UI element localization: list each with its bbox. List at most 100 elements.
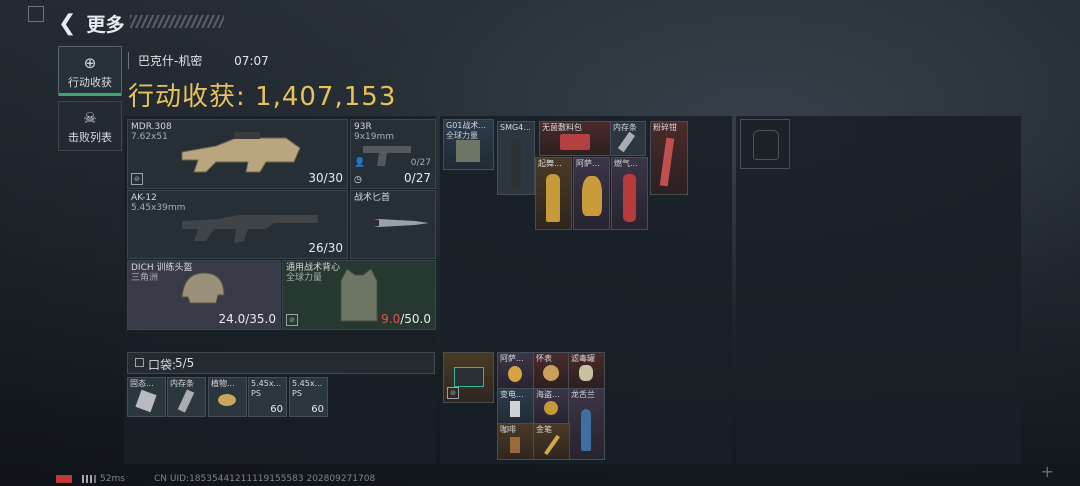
pocket-item[interactable]: 固态...: [127, 377, 166, 417]
target-icon: ⊕: [83, 54, 97, 72]
asa-trophy-icon: [508, 366, 522, 382]
weapon-slot-secondary[interactable]: 93R 9x19mm 👤 0/27 ◷ 0/27: [350, 119, 436, 189]
skull-icon: ☠: [83, 109, 97, 127]
ammo-type: PS: [292, 389, 302, 398]
memory-stick-icon: [617, 131, 636, 153]
weapon-slot-tertiary[interactable]: AK-12 5.45x39mm 26/30: [127, 190, 348, 259]
item-name: 固态...: [130, 379, 154, 388]
magazine-icon: [511, 138, 521, 188]
not-insured-icon: ⊘: [131, 173, 143, 185]
page-title: 更多: [86, 14, 125, 36]
helmet-slot[interactable]: DICH 训练头盔 三角洲 24.0/35.0: [127, 260, 281, 330]
plus-icon: +: [1040, 462, 1054, 481]
item-name: SMG4...: [500, 123, 531, 132]
item-name: 植物...: [211, 379, 235, 388]
backpack-item[interactable]: 咖啡: [497, 423, 534, 460]
filter-canister-icon: [579, 365, 593, 381]
item-count: 60: [311, 404, 324, 415]
backpack-item[interactable]: 怀表: [533, 352, 570, 389]
battery-low-icon: [56, 475, 72, 483]
chest-item[interactable]: SMG4...: [497, 121, 535, 195]
weapon-ammo: 26/30: [308, 241, 343, 255]
weapon-ammo: 0/27: [404, 171, 431, 185]
pocket-header: ☐ 口袋: 5/5: [127, 352, 435, 374]
pocket-item[interactable]: 5.45x... PS 60: [248, 377, 287, 417]
case-icon: [454, 367, 484, 387]
item-name: 5.45x...: [251, 379, 282, 388]
item-name: 阿萨...: [576, 159, 600, 168]
vest-durability-current: 9.0: [381, 312, 401, 326]
backpack-item[interactable]: 阿萨...: [497, 352, 534, 389]
chest-item[interactable]: 起舞...: [535, 157, 572, 230]
pocket-item[interactable]: 5.45x... PS 60: [289, 377, 328, 417]
pocket-item[interactable]: 内存条: [167, 377, 206, 417]
ping-value: 52ms: [100, 474, 125, 484]
backpack-item[interactable]: 龙舌兰: [568, 388, 605, 460]
vest-durability-max: /50.0: [400, 312, 431, 326]
backpack-item[interactable]: 海盗...: [533, 388, 570, 425]
backpack-icon: [753, 130, 779, 160]
ssd-icon: [135, 389, 157, 413]
helmet-icon: [181, 272, 225, 304]
chest-item[interactable]: 阿萨...: [573, 157, 610, 230]
bolt-cutter-icon: [659, 137, 675, 187]
ammo-type: PS: [251, 389, 261, 398]
not-insured-icon: ⊘: [447, 387, 459, 399]
backpack-container-slot[interactable]: ⊘: [443, 352, 494, 403]
chest-rig-slot[interactable]: G01战术... 全球力量: [443, 119, 494, 170]
plant-jar-icon: [218, 394, 236, 406]
memory-stick-icon: [177, 389, 195, 413]
tab-harvest-label: 行动收获: [68, 76, 112, 89]
item-name: 金笔: [536, 425, 552, 434]
chest-item[interactable]: 燃气...: [611, 157, 648, 230]
backpack-item[interactable]: 滤毒罐: [568, 352, 605, 389]
item-name: 阿萨...: [500, 354, 524, 363]
harvest-label: 行动收获:: [128, 82, 246, 112]
harvest-value: 1,407,153: [255, 82, 397, 112]
weapon-name: AK-12: [131, 193, 157, 203]
clock-icon: ◷: [354, 175, 362, 185]
pocket-item[interactable]: 植物...: [208, 377, 247, 417]
map-name: 巴克什-机密: [138, 54, 203, 68]
chest-item[interactable]: 无菌敷料包: [539, 121, 611, 156]
item-name: 龙舌兰: [571, 390, 595, 399]
gas-canister-icon: [623, 174, 636, 222]
title-decoration: [130, 15, 224, 28]
item-name: 起舞...: [538, 159, 562, 168]
chest-item[interactable]: 内存条: [610, 121, 646, 156]
item-name: 咖啡: [500, 425, 516, 434]
back-button[interactable]: ❮ 更多: [58, 10, 124, 37]
vest-name: 通用战术背心: [286, 263, 341, 273]
chest-item[interactable]: 粉碎钳: [650, 121, 688, 195]
weapon-slot-primary[interactable]: MDR.308 7.62x51 ⊘ 30/30: [127, 119, 348, 189]
dancer-statue-icon: [546, 174, 560, 222]
backpack-slot[interactable]: [740, 119, 790, 169]
vest-slot[interactable]: 通用战术背心 全球力量 ⊘ 9.0/50.0: [282, 260, 436, 330]
weapon-ammo-small: 0/27: [410, 158, 431, 168]
item-name: 5.45x...: [292, 379, 323, 388]
tab-kill-list[interactable]: ☠ 击败列表: [58, 101, 122, 151]
menu-corner-icon[interactable]: [28, 6, 44, 22]
pistol-icon: [363, 146, 411, 166]
item-name: 粉碎钳: [653, 123, 677, 132]
item-name: 海盗...: [536, 390, 560, 399]
item-name: G01战术...: [446, 121, 487, 130]
transformer-icon: [510, 401, 520, 417]
melee-slot[interactable]: 战术匕首: [350, 190, 436, 259]
signal-icon: [82, 475, 96, 483]
user-uid: CN UID:18535441211119155583 202809271708: [154, 474, 376, 484]
pocket-label: 口袋:: [148, 358, 177, 372]
chest-rig-icon: [456, 140, 480, 162]
weapon-name: MDR.308: [131, 122, 172, 132]
backpack-item[interactable]: 变电...: [497, 388, 534, 425]
item-name: 怀表: [536, 354, 552, 363]
harvest-total: 行动收获: 1,407,153: [128, 76, 396, 113]
not-insured-icon: ⊘: [286, 314, 298, 326]
vest-brand: 全球力量: [286, 273, 323, 283]
item-name: 滤毒罐: [571, 354, 595, 363]
tab-harvest[interactable]: ⊕ 行动收获: [58, 46, 122, 96]
backpack-item[interactable]: 金笔: [533, 423, 570, 460]
weapon-ammo: 30/30: [308, 171, 343, 185]
weapon-caliber: 7.62x51: [131, 132, 168, 142]
pocket-square-icon: ☐: [134, 356, 145, 370]
